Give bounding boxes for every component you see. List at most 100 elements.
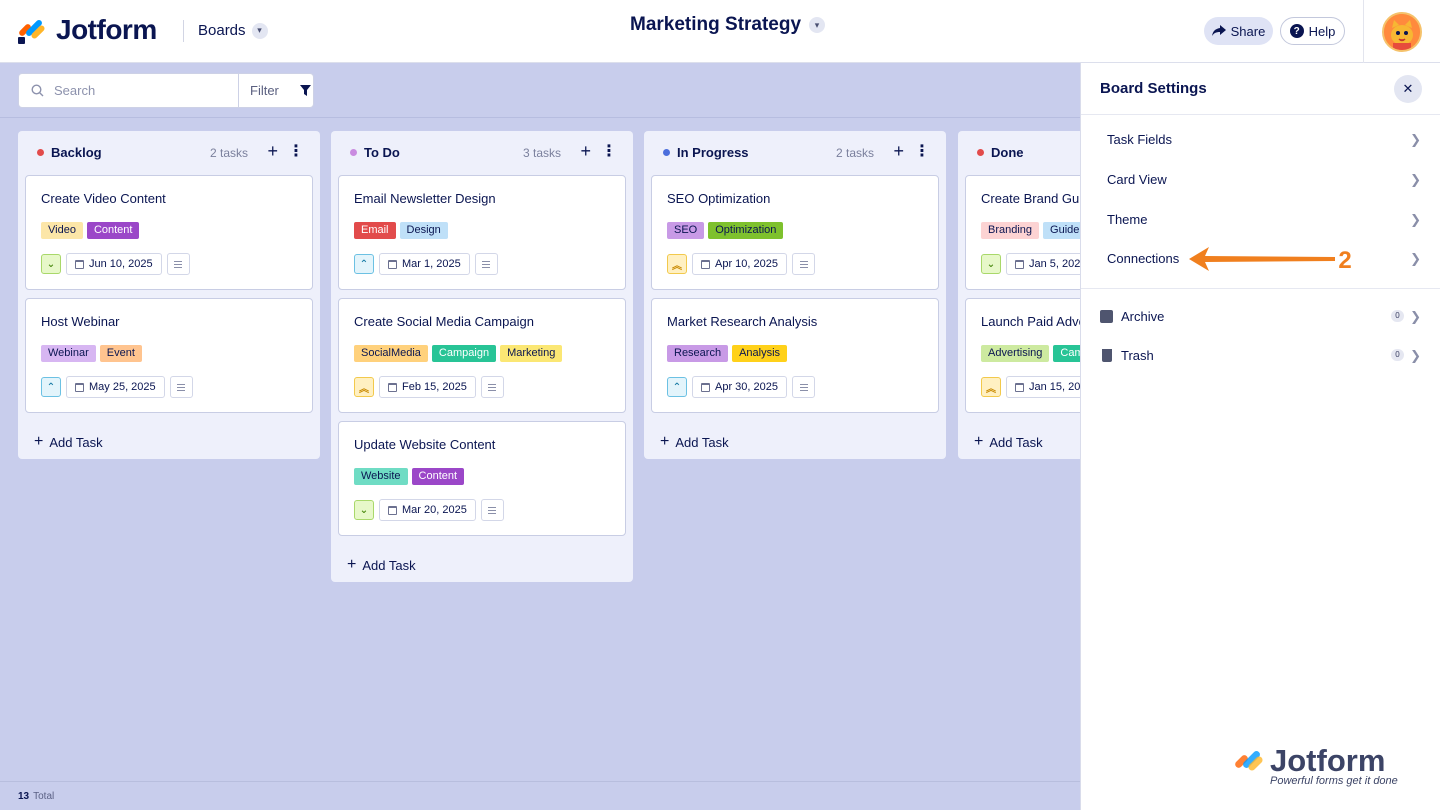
- due-date[interactable]: Mar 1, 2025: [379, 253, 470, 275]
- tag-list: SEO Optimization: [667, 222, 784, 239]
- annotation-arrow-icon: 2: [1189, 247, 1352, 274]
- task-meta: ︽ Apr 10, 2025: [667, 253, 815, 275]
- task-tag: Video: [41, 222, 83, 239]
- add-task-plus-icon[interactable]: +: [893, 141, 904, 161]
- add-task-label: Add Task: [675, 434, 729, 450]
- due-date[interactable]: Apr 30, 2025: [692, 376, 787, 398]
- task-card[interactable]: Market Research Analysis Research Analysis…: [651, 298, 939, 413]
- task-card[interactable]: Host Webinar Webinar Event ⌃ May 25, 2025: [25, 298, 313, 413]
- priority-high-icon[interactable]: ︽: [667, 254, 687, 274]
- settings-item-archive[interactable]: Archive 0 ❯: [1081, 297, 1440, 335]
- search-input[interactable]: [54, 83, 224, 98]
- task-card[interactable]: Create Social Media Campaign SocialMedia C…: [338, 298, 626, 413]
- add-task-plus-icon[interactable]: +: [580, 141, 591, 161]
- settings-item-task-fields[interactable]: Task Fields ❯: [1081, 120, 1440, 158]
- column-to-do: To Do 3 tasks + ⋮ Email Newsletter Desig…: [331, 131, 633, 582]
- annotation-step-number: 2: [1338, 247, 1351, 274]
- task-tag: SEO: [667, 222, 705, 239]
- add-task-button[interactable]: + Add Task: [644, 421, 946, 463]
- description-lines-icon[interactable]: [474, 253, 498, 275]
- description-lines-icon[interactable]: [792, 376, 815, 398]
- task-title: Host Webinar: [41, 314, 120, 329]
- more-options-icon[interactable]: ⋮: [288, 142, 304, 162]
- settings-item-label: Connections: [1107, 250, 1180, 266]
- settings-item-card-view[interactable]: Card View ❯: [1081, 160, 1440, 198]
- jotform-logo[interactable]: Jotform: [17, 14, 157, 46]
- task-meta: ⌃ Apr 30, 2025: [667, 376, 815, 398]
- column-backlog: Backlog 2 tasks + ⋮ Create Video Content…: [18, 131, 320, 459]
- due-date[interactable]: Mar 20, 2025: [379, 499, 476, 521]
- panel-divider: [1081, 114, 1440, 115]
- trash-count-badge: 0: [1391, 349, 1404, 361]
- calendar-icon: [1015, 382, 1024, 392]
- card-list: SEO Optimization SEO Optimization ︽ Apr 10, …: [644, 175, 946, 413]
- description-lines-icon[interactable]: [792, 253, 815, 275]
- task-tag: Design: [399, 222, 448, 239]
- boards-menu[interactable]: Boards ▾: [198, 22, 268, 39]
- brand-name: Jotform: [56, 14, 157, 45]
- more-options-icon[interactable]: ⋮: [914, 142, 930, 162]
- task-meta: ⌄ Jun 10, 2025: [41, 253, 190, 275]
- task-card[interactable]: Email Newsletter Design Email Design ⌃ Mar 1…: [338, 175, 626, 290]
- settings-item-theme[interactable]: Theme ❯: [1081, 200, 1440, 238]
- add-task-button[interactable]: + Add Task: [18, 421, 320, 463]
- add-task-button[interactable]: + Add Task: [331, 544, 633, 586]
- add-task-plus-icon[interactable]: +: [267, 141, 278, 161]
- calendar-icon: [388, 505, 397, 515]
- column-color-dot: [663, 149, 670, 156]
- task-tag: Research: [667, 345, 729, 362]
- task-tag: Campaign: [431, 345, 497, 362]
- share-button[interactable]: Share: [1204, 17, 1273, 45]
- due-date-text: Mar 20, 2025: [402, 504, 467, 516]
- settings-item-trash[interactable]: Trash 0 ❯: [1081, 336, 1440, 374]
- plus-icon: +: [660, 433, 670, 450]
- priority-low-icon[interactable]: ⌄: [41, 254, 61, 274]
- description-lines-icon[interactable]: [480, 499, 504, 521]
- column-header: To Do 3 tasks + ⋮: [331, 131, 633, 175]
- priority-medium-icon[interactable]: ⌃: [354, 254, 374, 274]
- task-card[interactable]: SEO Optimization SEO Optimization ︽ Apr 10, …: [651, 175, 939, 290]
- task-tag: Website: [354, 468, 408, 485]
- description-lines-icon[interactable]: [480, 376, 504, 398]
- filter-button[interactable]: Filter: [238, 73, 314, 108]
- priority-high-icon[interactable]: ︽: [354, 377, 374, 397]
- settings-item-label: Task Fields: [1107, 131, 1173, 147]
- task-meta: ⌃ May 25, 2025: [41, 376, 193, 398]
- task-tag: SocialMedia: [354, 345, 428, 362]
- tag-list: Website Content: [354, 468, 465, 485]
- board-title-menu[interactable]: Marketing Strategy ▾: [630, 14, 826, 36]
- column-task-count: 3 tasks: [522, 146, 561, 160]
- column-color-dot: [350, 149, 357, 156]
- column-in-progress: In Progress 2 tasks + ⋮ SEO Optimization…: [644, 131, 946, 459]
- priority-low-icon[interactable]: ⌄: [981, 254, 1001, 274]
- help-button[interactable]: ? Help: [1280, 17, 1345, 45]
- priority-medium-icon[interactable]: ⌃: [41, 377, 61, 397]
- description-lines-icon[interactable]: [169, 376, 193, 398]
- task-card[interactable]: Create Video Content Video Content ⌄ Jun 10,…: [25, 175, 313, 290]
- task-tag: Content: [411, 468, 465, 485]
- share-icon: [1211, 25, 1226, 36]
- due-date-text: Feb 15, 2025: [402, 381, 467, 393]
- chevron-right-icon: ❯: [1410, 348, 1421, 363]
- search-box[interactable]: [18, 73, 239, 108]
- filter-funnel-icon: [299, 85, 311, 96]
- column-header: In Progress 2 tasks + ⋮: [644, 131, 946, 175]
- more-options-icon[interactable]: ⋮: [601, 142, 617, 162]
- avatar[interactable]: [1382, 12, 1422, 52]
- column-title: Backlog: [51, 145, 102, 160]
- close-button[interactable]: ✕: [1394, 75, 1422, 103]
- calendar-icon: [1015, 259, 1024, 269]
- priority-high-icon[interactable]: ︽: [981, 377, 1001, 397]
- due-date[interactable]: May 25, 2025: [66, 376, 165, 398]
- task-meta: ︽ Feb 15, 2025: [354, 376, 504, 398]
- priority-low-icon[interactable]: ⌄: [354, 500, 374, 520]
- column-task-count: 2 tasks: [835, 146, 874, 160]
- description-lines-icon[interactable]: [166, 253, 190, 275]
- task-tag: Event: [99, 345, 142, 362]
- task-tag: Email: [354, 222, 396, 239]
- due-date[interactable]: Feb 15, 2025: [379, 376, 476, 398]
- task-card[interactable]: Update Website Content Website Content ⌄ Mar…: [338, 421, 626, 536]
- due-date[interactable]: Jun 10, 2025: [66, 253, 162, 275]
- due-date[interactable]: Apr 10, 2025: [692, 253, 787, 275]
- priority-medium-icon[interactable]: ⌃: [667, 377, 687, 397]
